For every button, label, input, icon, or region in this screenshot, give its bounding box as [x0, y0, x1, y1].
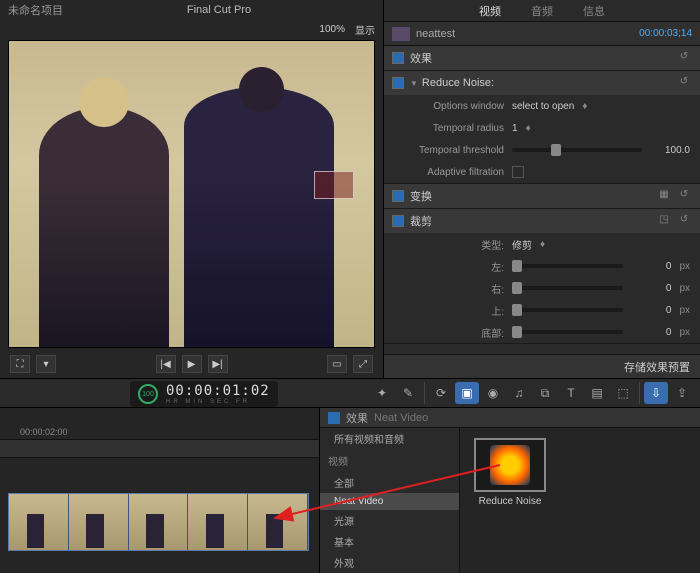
- reduce-noise-header: Reduce Noise:: [422, 77, 672, 89]
- crop-header: 裁剪: [410, 213, 652, 229]
- effect-thumbnail: [474, 438, 546, 492]
- tab-audio[interactable]: 音频: [531, 3, 553, 19]
- crop-bottom-label: 底部:: [394, 325, 504, 340]
- crop-left-slider[interactable]: [512, 264, 623, 268]
- transform-icon[interactable]: ▦: [656, 189, 672, 203]
- timecode-digits: 00:00:01:02: [166, 383, 270, 399]
- effects-checkbox[interactable]: [392, 52, 404, 64]
- reset-icon[interactable]: ↺: [676, 214, 692, 228]
- adaptive-checkbox[interactable]: [512, 166, 524, 178]
- prev-button[interactable]: |◀: [156, 355, 176, 373]
- save-preset-button[interactable]: 存储效果预置: [384, 354, 700, 378]
- retime-icon[interactable]: ⟳: [429, 382, 453, 404]
- app-title: Final Cut Pro: [63, 4, 375, 16]
- browser-sidebar: 所有视频和音频 视频 全部 Neat Video 光源 基本 外观: [320, 428, 460, 573]
- options-value[interactable]: select to open: [512, 101, 574, 112]
- clip-timecode: 00:00:03;14: [639, 28, 692, 39]
- reset-icon[interactable]: ↺: [676, 76, 692, 90]
- effects-tool-icon[interactable]: ✦: [370, 382, 394, 404]
- effects-header: 效果: [410, 50, 672, 66]
- selection-marker[interactable]: [314, 171, 354, 199]
- sidebar-item-neat[interactable]: Neat Video: [320, 493, 459, 510]
- adaptive-label: Adaptive filtration: [394, 167, 504, 178]
- view-options-icon[interactable]: ▾: [36, 355, 56, 373]
- transform-header: 变换: [410, 188, 652, 204]
- timeline-panel[interactable]: 00:00:02:00: [0, 408, 320, 573]
- next-button[interactable]: ▶|: [208, 355, 228, 373]
- disclosure-icon[interactable]: ▼: [410, 79, 418, 88]
- temporal-threshold-label: Temporal threshold: [394, 145, 504, 156]
- timecode-display[interactable]: 100 00:00:01:02 HR MIN SEC FR: [130, 381, 278, 407]
- share-icon[interactable]: ⇪: [670, 382, 694, 404]
- temporal-threshold-slider[interactable]: [512, 148, 642, 152]
- enhance-tool-icon[interactable]: ✎: [396, 382, 420, 404]
- themes-icon[interactable]: ⬚: [611, 382, 635, 404]
- crop-right-slider[interactable]: [512, 286, 623, 290]
- display-menu[interactable]: 显示: [355, 22, 375, 37]
- browser-crumb: Neat Video: [374, 412, 428, 424]
- fullscreen-icon[interactable]: ⤢: [353, 355, 373, 373]
- temporal-radius-label: Temporal radius: [394, 123, 504, 134]
- sidebar-cat-video: 视频: [320, 449, 459, 472]
- crop-bottom-slider[interactable]: [512, 330, 623, 334]
- sidebar-item-all[interactable]: 全部: [320, 472, 459, 493]
- crop-top-label: 上:: [394, 303, 504, 318]
- crop-left-label: 左:: [394, 259, 504, 274]
- reduce-noise-checkbox[interactable]: [392, 77, 404, 89]
- video-clip[interactable]: [8, 493, 309, 551]
- temporal-threshold-value[interactable]: 100.0: [650, 145, 690, 156]
- crop-type-label: 类型:: [394, 237, 504, 252]
- browser-title: 效果: [346, 410, 368, 426]
- transport-bar: ⛶ ▾ |◀ ▶ ▶| ▭ ⤢: [0, 350, 383, 378]
- crop-top-value[interactable]: 0: [631, 305, 671, 316]
- tab-info[interactable]: 信息: [583, 3, 605, 19]
- crop-right-value[interactable]: 0: [631, 283, 671, 294]
- crop-bottom-value[interactable]: 0: [631, 327, 671, 338]
- library-icon[interactable]: ▣: [455, 382, 479, 404]
- photos-icon[interactable]: ◉: [481, 382, 505, 404]
- clip-name: neattest: [416, 28, 455, 40]
- import-icon[interactable]: ⇩: [644, 382, 668, 404]
- effect-card[interactable]: Reduce Noise: [470, 438, 550, 507]
- reset-icon[interactable]: ↺: [676, 51, 692, 65]
- crop-right-label: 右:: [394, 281, 504, 296]
- viewer-panel: 未命名项目 Final Cut Pro 100% 显示 ⛶ ▾ |◀ ▶ ▶| …: [0, 0, 384, 378]
- zoom-level[interactable]: 100%: [319, 24, 345, 35]
- transform-checkbox[interactable]: [392, 190, 404, 202]
- sidebar-item-light[interactable]: 光源: [320, 510, 459, 531]
- sidebar-all-av[interactable]: 所有视频和音频: [320, 428, 459, 449]
- media-toolbar: ✦ ✎ ⟳ ▣ ◉ ♫ ⧉ T ▤ ⬚ ⇩ ⇪: [364, 379, 700, 407]
- reset-icon[interactable]: ↺: [676, 189, 692, 203]
- crop-icon[interactable]: ◳: [656, 214, 672, 228]
- effects-browser: 效果 Neat Video 所有视频和音频 视频 全部 Neat Video 光…: [320, 408, 700, 573]
- browser-toggle[interactable]: [328, 412, 340, 424]
- generators-icon[interactable]: ▤: [585, 382, 609, 404]
- transitions-icon[interactable]: ⧉: [533, 382, 557, 404]
- fit-icon[interactable]: ⛶: [10, 355, 30, 373]
- options-label: Options window: [394, 101, 504, 112]
- sidebar-item-look[interactable]: 外观: [320, 552, 459, 573]
- frame-rate-ring: 100: [138, 384, 158, 404]
- sidebar-item-basic[interactable]: 基本: [320, 531, 459, 552]
- viewer-canvas[interactable]: [8, 40, 375, 348]
- overlay-icon[interactable]: ▭: [327, 355, 347, 373]
- ruler-tick: 00:00:02:00: [20, 427, 68, 437]
- tab-video[interactable]: 视频: [479, 3, 501, 19]
- crop-type-value[interactable]: 修剪: [512, 237, 532, 252]
- crop-top-slider[interactable]: [512, 308, 623, 312]
- effect-name: Reduce Noise: [470, 496, 550, 507]
- temporal-radius-value[interactable]: 1: [512, 123, 518, 134]
- music-icon[interactable]: ♫: [507, 382, 531, 404]
- clip-thumbnail: [392, 27, 410, 41]
- timeline-index[interactable]: [0, 440, 319, 458]
- timeline-ruler[interactable]: 00:00:02:00: [0, 408, 319, 440]
- play-button[interactable]: ▶: [182, 355, 202, 373]
- crop-checkbox[interactable]: [392, 215, 404, 227]
- titles-icon[interactable]: T: [559, 382, 583, 404]
- crop-left-value[interactable]: 0: [631, 261, 671, 272]
- project-name: 未命名项目: [8, 2, 63, 18]
- inspector-panel: 视频 音频 信息 neattest 00:00:03;14 效果 ↺ ▼ Red…: [384, 0, 700, 378]
